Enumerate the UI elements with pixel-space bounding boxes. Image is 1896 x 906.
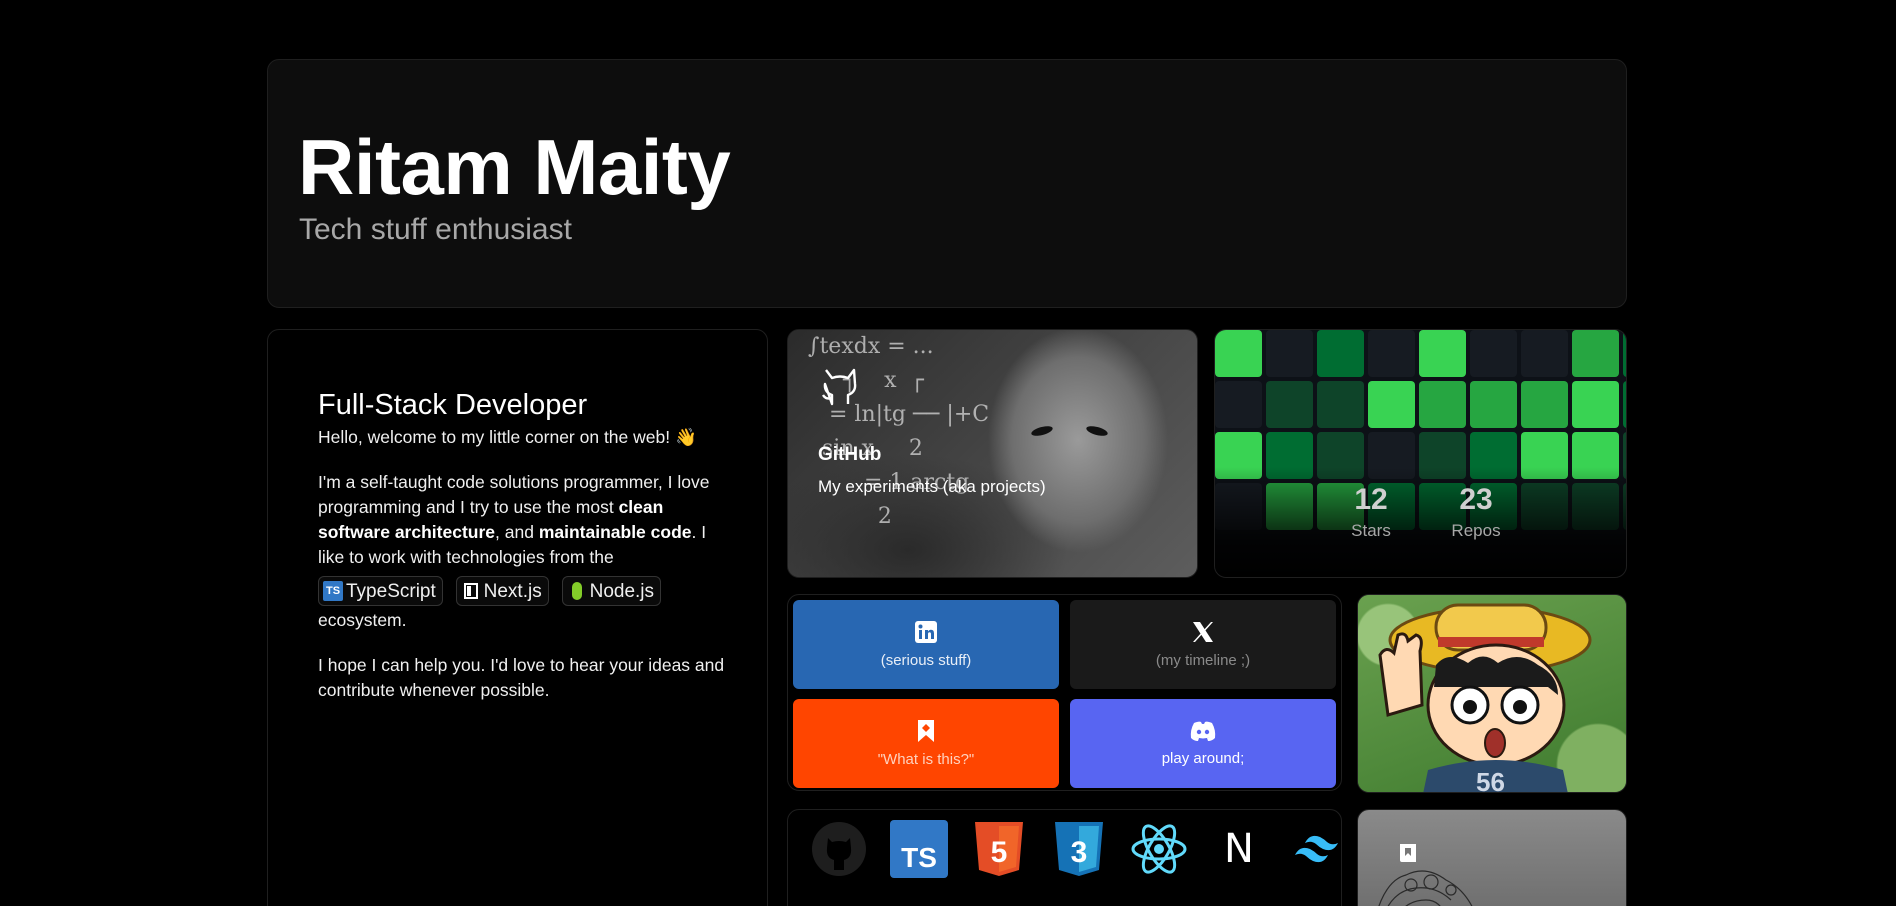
chalkboard-image: ∫texdx = ... ┐ x ┌ = ln|tg ── |+C sin x … (808, 334, 990, 529)
contribution-cell (1521, 330, 1568, 377)
html5-number: 5 (991, 836, 1008, 869)
github-title: GitHub (818, 444, 882, 465)
x-button[interactable]: (my timeline ;) (1070, 600, 1336, 689)
header-card: Ritam Maity Tech stuff enthusiast (267, 59, 1627, 308)
contribution-cell (1470, 330, 1517, 377)
discord-label: play around; (1161, 750, 1245, 767)
contribution-cell (1317, 381, 1364, 428)
linkedin-label: (serious stuff) (880, 652, 972, 669)
svg-text:56: 56 (1476, 767, 1505, 793)
bookmark-button[interactable]: "What is this?" (793, 699, 1059, 788)
contribution-cell (1623, 330, 1626, 377)
chip-nodejs: Node.js (561, 576, 662, 606)
contribution-cell (1521, 381, 1568, 428)
x-icon (1191, 620, 1215, 648)
github-cat-icon (821, 368, 857, 406)
stars-stat: 12 Stars (1341, 483, 1401, 541)
repos-label: Repos (1451, 521, 1501, 540)
intro-paragraph: I'm a self-taught code solutions program… (318, 470, 728, 633)
chip-nextjs: Next.js (455, 576, 549, 606)
about-card: Full-Stack Developer Hello, welcome to m… (267, 329, 768, 906)
contribution-cell (1572, 330, 1619, 377)
grid-fade-overlay (1215, 467, 1626, 577)
contribution-cell (1470, 381, 1517, 428)
stars-value: 12 (1354, 483, 1388, 516)
tagline: Tech stuff enthusiast (299, 213, 572, 246)
x-label: (my timeline ;) (1155, 652, 1251, 669)
discord-button[interactable]: play around; (1070, 699, 1336, 788)
contribution-cell (1317, 330, 1364, 377)
closing-paragraph: I hope I can help you. I'd love to hear … (318, 655, 725, 700)
tailwind-icon (1290, 820, 1341, 878)
contribution-cell (1419, 330, 1466, 377)
tree-sketch-image (1378, 870, 1473, 906)
contribution-cell (1623, 381, 1626, 428)
discord-icon (1189, 720, 1217, 746)
socials-card: (serious stuff) (my timeline ;) "What is… (787, 594, 1342, 791)
contribution-stats-card[interactable]: 12 Stars 23 Repos (1214, 329, 1627, 578)
nextjs-icon: N (1224, 826, 1254, 872)
greeting-text: Hello, welcome to my little corner on th… (318, 427, 697, 447)
github-card[interactable]: ∫texdx = ... ┐ x ┌ = ln|tg ── |+C sin x … (787, 329, 1198, 578)
css3-icon: 3 (1050, 820, 1108, 878)
role-heading: Full-Stack Developer (318, 389, 588, 421)
page-title: Ritam Maity (298, 123, 731, 211)
contribution-cell (1215, 330, 1262, 377)
linkedin-icon (914, 620, 938, 648)
nextjs-icon (461, 581, 481, 601)
bookmark-label: "What is this?" (877, 751, 975, 768)
typescript-icon: TS (323, 581, 343, 601)
contribution-cell (1266, 381, 1313, 428)
chip-label: TypeScript (346, 580, 436, 602)
react-icon (1130, 820, 1188, 878)
typescript-icon: TS (890, 820, 948, 878)
github-icon (810, 820, 868, 878)
github-subtitle: My experiments (aka projects) (818, 477, 1046, 496)
html5-icon: 5 (970, 820, 1028, 878)
contribution-cell (1419, 381, 1466, 428)
intro-bold-2: maintainable code (538, 522, 692, 542)
chip-typescript: TS TypeScript (318, 576, 443, 606)
chip-label: Node.js (589, 580, 655, 602)
linkedin-button[interactable]: (serious stuff) (793, 600, 1059, 689)
repos-value: 23 (1459, 483, 1493, 516)
contribution-cell (1368, 330, 1415, 377)
tech-stack-card: TS 5 3 N (787, 809, 1342, 906)
nodejs-icon (567, 581, 587, 601)
anime-image-card[interactable]: 56 (1357, 594, 1627, 793)
repos-stat: 23 Repos (1441, 483, 1511, 541)
intro-text-2: , and (495, 522, 539, 542)
notes-card[interactable] (1357, 809, 1627, 906)
after-chips-text: ecosystem. (318, 610, 407, 630)
contribution-cell (1368, 381, 1415, 428)
contribution-cell (1266, 330, 1313, 377)
bookmark-icon (916, 719, 936, 747)
contribution-cell (1572, 381, 1619, 428)
css3-number: 3 (1071, 836, 1088, 869)
contribution-cell (1215, 381, 1262, 428)
stars-label: Stars (1351, 521, 1391, 540)
luffy-image: 56 (1378, 603, 1592, 793)
chip-label: Next.js (483, 580, 542, 602)
